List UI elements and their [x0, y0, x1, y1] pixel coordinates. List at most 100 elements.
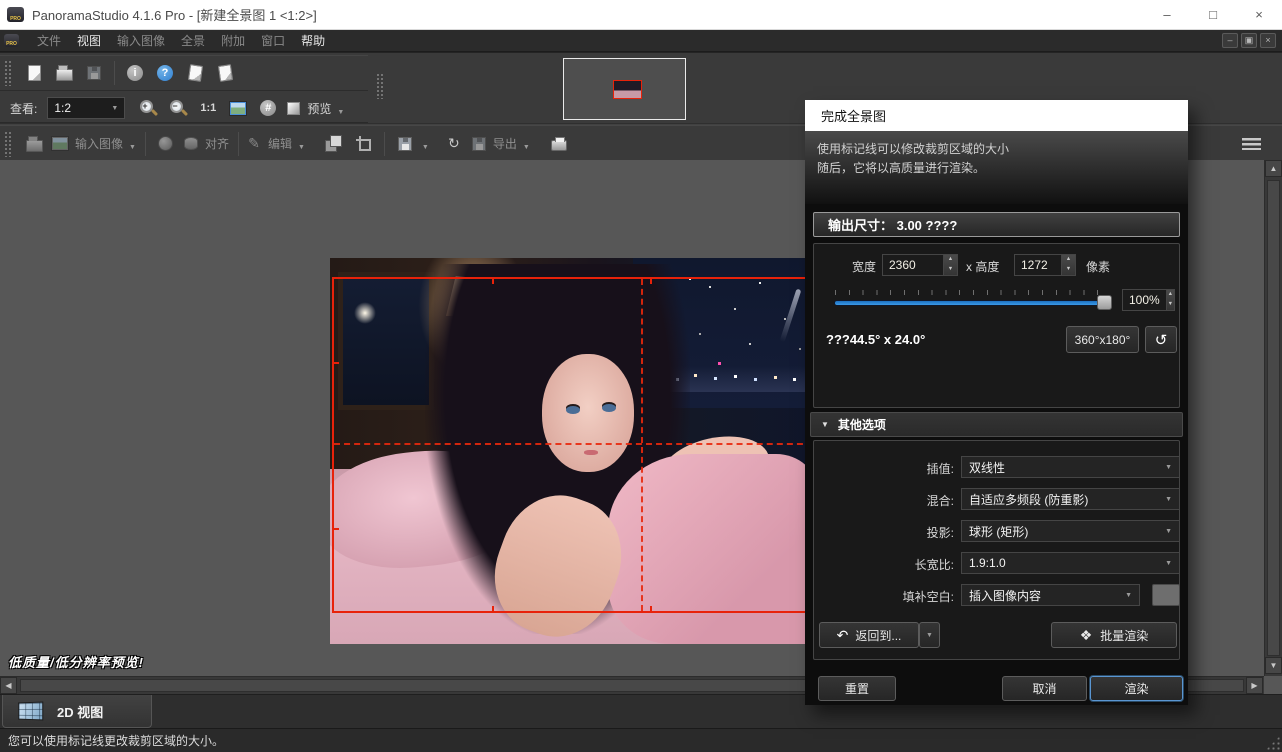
- zoom-level-select[interactable]: 1:2 ▼: [47, 97, 125, 119]
- crop-vertical-guide[interactable]: [641, 279, 643, 611]
- mdi-restore-button[interactable]: ▣: [1241, 33, 1257, 48]
- align-icon-wrap[interactable]: [181, 130, 201, 158]
- edit-label[interactable]: 编辑: [268, 135, 292, 152]
- spin-down-icon[interactable]: ▼: [1062, 265, 1075, 275]
- info-button[interactable]: i: [120, 59, 150, 87]
- new-project-button[interactable]: [19, 59, 49, 87]
- save-as-dropdown-icon[interactable]: ▼: [422, 144, 429, 151]
- layers-button[interactable]: [319, 130, 349, 158]
- open-project-button[interactable]: [49, 59, 79, 87]
- crop-handle[interactable]: [492, 606, 494, 613]
- tab-2d-view[interactable]: 2D 视图: [2, 695, 152, 728]
- batch-render-button[interactable]: ❖ 批量渲染: [1051, 622, 1177, 648]
- toolbar-grip-workflow[interactable]: [4, 131, 11, 157]
- scale-percent-value[interactable]: 100%: [1123, 290, 1166, 310]
- menu-input-images[interactable]: 输入图像: [109, 30, 173, 52]
- menu-view[interactable]: 视图: [69, 30, 109, 52]
- crop-handle[interactable]: [492, 277, 494, 284]
- height-value[interactable]: 1272: [1015, 255, 1061, 275]
- mdi-close-button[interactable]: ×: [1260, 33, 1276, 48]
- toolbar-grip[interactable]: [4, 60, 11, 86]
- vertical-scroll-thumb[interactable]: [1267, 180, 1280, 656]
- close-button[interactable]: ×: [1236, 0, 1282, 30]
- minimize-button[interactable]: –: [1144, 0, 1190, 30]
- align-label[interactable]: 对齐: [205, 135, 229, 152]
- edit-dropdown-icon[interactable]: ▼: [298, 144, 305, 151]
- grid-toggle-button[interactable]: #: [253, 94, 283, 122]
- reset-angle-button[interactable]: ↺: [1145, 326, 1177, 353]
- preview-dropdown-icon[interactable]: ▼: [337, 109, 344, 116]
- vertical-scrollbar[interactable]: ▲ ▼: [1264, 160, 1282, 676]
- size-slider-handle[interactable]: [1097, 295, 1112, 310]
- spin-down-icon[interactable]: ▼: [944, 265, 957, 275]
- interpolation-select[interactable]: 双线性 ▼: [961, 456, 1180, 478]
- scroll-right-button[interactable]: ▶: [1246, 677, 1263, 694]
- export-page-button[interactable]: [180, 59, 210, 87]
- toolbar-menu-button[interactable]: [1236, 130, 1266, 158]
- reset-button[interactable]: 重置: [818, 676, 896, 701]
- spin-up-icon[interactable]: ▲: [1167, 290, 1174, 300]
- back-to-button[interactable]: ↶ 返回到...: [819, 622, 919, 648]
- render-button[interactable]: 渲染: [1090, 676, 1183, 701]
- import-page-button[interactable]: [210, 59, 240, 87]
- globe-button[interactable]: [151, 130, 181, 158]
- scale-percent-input[interactable]: 100% ▲▼: [1122, 289, 1175, 311]
- input-images-dropdown-icon[interactable]: ▼: [129, 144, 136, 151]
- scroll-down-button[interactable]: ▼: [1265, 657, 1282, 674]
- menu-window[interactable]: 窗口: [253, 30, 293, 52]
- crop-handle[interactable]: [650, 606, 652, 613]
- fill-blank-select[interactable]: 插入图像内容 ▼: [961, 584, 1140, 606]
- menu-file[interactable]: 文件: [29, 30, 69, 52]
- navigator-overview[interactable]: [563, 58, 686, 120]
- resize-grip[interactable]: [1266, 736, 1280, 750]
- fill-color-swatch[interactable]: [1152, 584, 1180, 606]
- back-to-dropdown-button[interactable]: ▼: [919, 622, 940, 648]
- menu-panorama[interactable]: 全景: [173, 30, 213, 52]
- aspect-ratio-select[interactable]: 1.9:1.0 ▼: [961, 552, 1180, 574]
- navigator-crop-region[interactable]: [613, 80, 642, 99]
- size-slider[interactable]: [835, 301, 1111, 305]
- input-images-icon-wrap[interactable]: [49, 130, 71, 158]
- width-input[interactable]: 2360 ▲▼: [882, 254, 958, 276]
- print-button[interactable]: [544, 130, 574, 158]
- zoom-out-button[interactable]: −: [163, 94, 193, 122]
- blending-select[interactable]: 自适应多频段 (防重影) ▼: [961, 488, 1180, 510]
- cancel-button[interactable]: 取消: [1002, 676, 1087, 701]
- maximize-button[interactable]: □: [1190, 0, 1236, 30]
- fit-to-window-button[interactable]: [223, 94, 253, 122]
- spin-down-icon[interactable]: ▼: [1167, 300, 1174, 310]
- preview-quality-button[interactable]: [283, 94, 303, 122]
- export-icon-wrap[interactable]: [469, 130, 489, 158]
- width-value[interactable]: 2360: [883, 255, 943, 275]
- zoom-100-button[interactable]: 1:1: [193, 94, 223, 122]
- spin-up-icon[interactable]: ▲: [1062, 255, 1075, 265]
- panorama-image[interactable]: [330, 258, 811, 644]
- toolbar-grip-right[interactable]: [376, 73, 383, 99]
- height-input[interactable]: 1272 ▲▼: [1014, 254, 1076, 276]
- menu-help[interactable]: 帮助: [293, 30, 333, 52]
- zoom-in-button[interactable]: +: [133, 94, 163, 122]
- menu-extras[interactable]: 附加: [213, 30, 253, 52]
- crop-handle[interactable]: [332, 362, 339, 364]
- other-options-header[interactable]: ▼ 其他选项: [810, 412, 1183, 437]
- export-label[interactable]: 导出: [493, 135, 517, 152]
- open-images-button[interactable]: [19, 130, 49, 158]
- crop-rectangle[interactable]: [332, 277, 811, 613]
- save-project-button[interactable]: [79, 59, 109, 87]
- crop-handle[interactable]: [332, 528, 339, 530]
- crop-horizontal-guide[interactable]: [334, 443, 811, 445]
- full-sphere-button[interactable]: 360°x180°: [1066, 326, 1139, 353]
- crop-button[interactable]: [349, 130, 379, 158]
- crop-handle[interactable]: [650, 277, 652, 284]
- save-as-button[interactable]: [390, 130, 420, 158]
- input-images-label[interactable]: 输入图像: [75, 135, 123, 152]
- rotate-button[interactable]: ↻: [439, 130, 469, 158]
- projection-select[interactable]: 球形 (矩形) ▼: [961, 520, 1180, 542]
- spin-up-icon[interactable]: ▲: [944, 255, 957, 265]
- help-button[interactable]: ?: [150, 59, 180, 87]
- scroll-left-button[interactable]: ◀: [0, 677, 17, 694]
- edit-icon-wrap[interactable]: ✎: [244, 130, 264, 158]
- scroll-up-button[interactable]: ▲: [1265, 160, 1282, 177]
- mdi-minimize-button[interactable]: –: [1222, 33, 1238, 48]
- export-dropdown-icon[interactable]: ▼: [523, 144, 530, 151]
